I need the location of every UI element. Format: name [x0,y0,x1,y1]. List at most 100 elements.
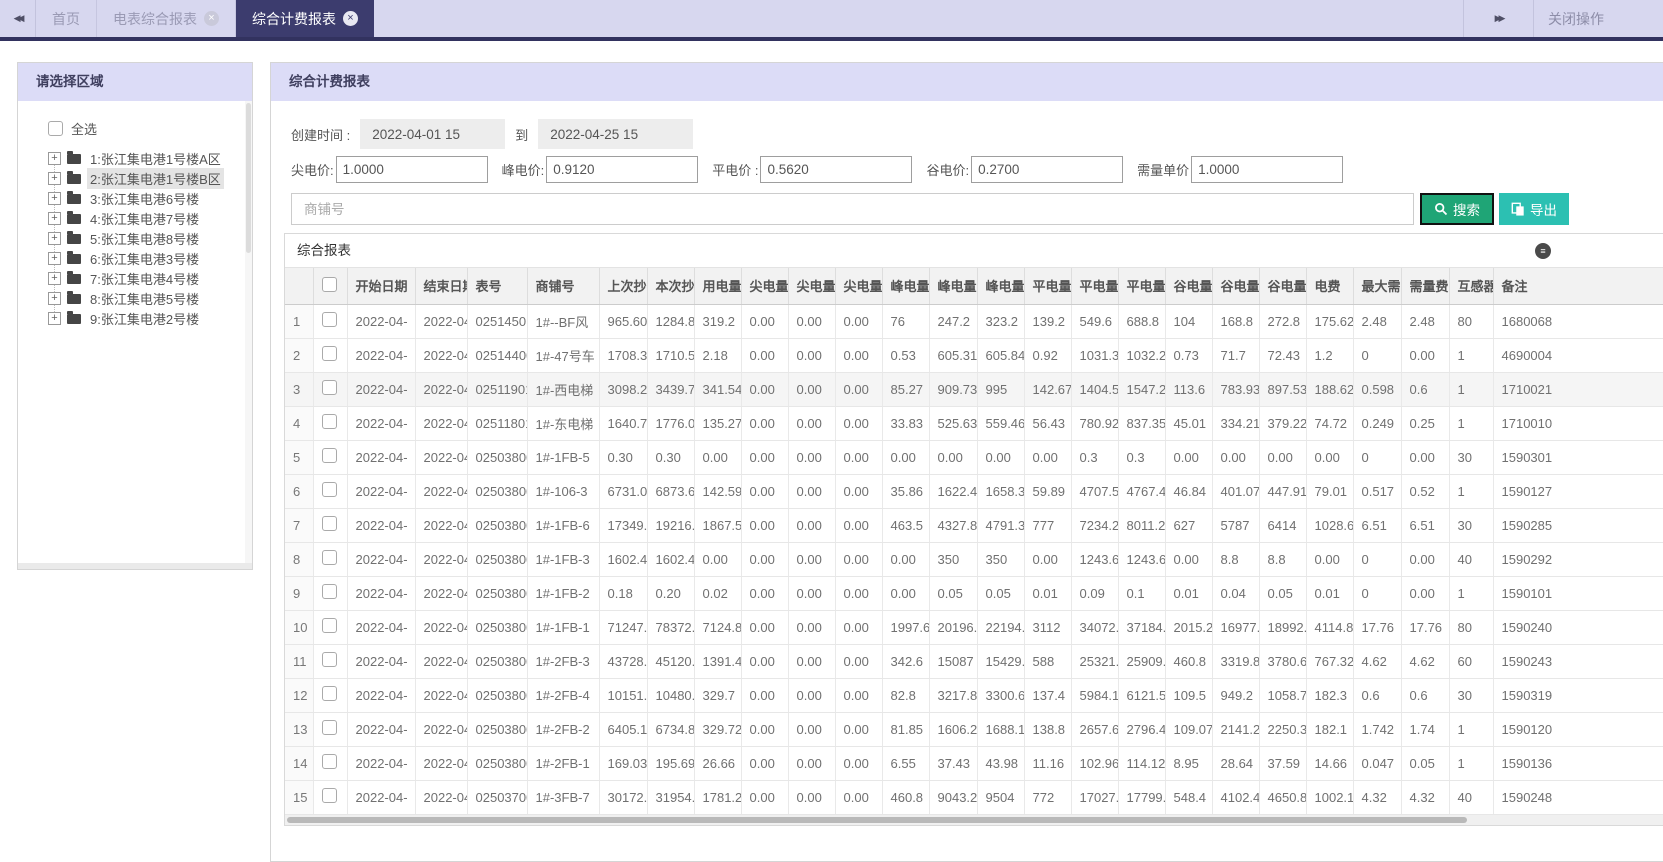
table-options-icon[interactable]: ≡ [1535,243,1551,259]
table-cell: 72.43 [1259,338,1307,373]
price-input[interactable] [760,155,913,183]
select-all-row[interactable]: 全选 [48,119,252,138]
row-checkbox[interactable] [321,380,337,395]
row-checkbox[interactable] [321,652,337,667]
row-checkbox[interactable] [321,346,337,361]
table-cell: 175.62 [1306,304,1354,339]
price-input[interactable] [546,155,699,183]
tree-item-3[interactable]: +3:张江集电港6号楼 [48,188,252,208]
table-cell: 6414 [1259,508,1307,543]
row-checkbox[interactable] [321,482,337,497]
row-checkbox[interactable] [321,550,337,565]
table-cell: 1710.5 [647,338,695,373]
table-cell: 2022-04- [347,338,416,373]
table-cell: 0.00 [788,406,836,441]
table-cell: 1688.1 [977,712,1025,747]
row-checkbox[interactable] [321,720,337,735]
tree-vertical-scrollbar[interactable] [245,101,252,563]
table-cell: 4690004 [1493,338,1663,373]
table-horizontal-scrollbar[interactable] [285,814,1663,825]
table-cell: 0.00 [788,746,836,781]
export-button[interactable]: 导出 [1499,193,1569,225]
date-from-input[interactable] [360,119,506,149]
tab-close-icon[interactable]: × [343,11,358,26]
row-select-cell [313,780,348,815]
select-all-label: 全选 [71,122,98,137]
tree-expand-icon[interactable]: + [48,231,61,245]
table-cell: 2022-04- [415,406,468,441]
tree-expand-icon[interactable]: + [48,291,61,305]
table-cell: 0.00 [835,780,883,815]
tab-bar: ◀◀ 首页 电表综合报表 × 综合计费报表 × ▶▶ 关闭操作 [0,0,1663,41]
tree-expand-icon[interactable]: + [48,271,61,285]
row-checkbox[interactable] [321,686,337,701]
tree-item-6[interactable]: +6:张江集电港3号楼 [48,248,252,268]
shop-number-input[interactable] [291,193,1414,225]
table-cell: 8.95 [1165,746,1213,781]
table-cell: 46.84 [1165,474,1213,509]
table-cell: 0.00 [835,508,883,543]
table-cell: 272.8 [1259,304,1307,339]
table-row: 112022-04-2022-04-025038001#-2FB-343728.… [285,644,1663,679]
close-operations-menu[interactable]: 关闭操作 [1533,0,1663,37]
row-checkbox[interactable] [321,788,337,803]
report-panel: 综合计费报表 创建时间 : 到 尖电价: 峰电价: 平电价 : 谷电价: 需量单价 搜索 [270,62,1663,862]
table-cell: 0.00 [788,474,836,509]
table-cell: 1590101 [1493,576,1663,611]
tree-item-1[interactable]: +1:张江集电港1号楼A区 [48,148,252,168]
table-cell: 0 [1353,576,1402,611]
table-cell: 104 [1165,304,1213,339]
table-cell: 2022-04- [347,474,416,509]
tree-expand-icon[interactable]: + [48,171,61,185]
row-checkbox[interactable] [321,414,337,429]
row-number-cell: 10 [285,610,314,645]
tree-item-7[interactable]: +7:张江集电港4号楼 [48,268,252,288]
tree-horizontal-scrollbar[interactable] [18,563,252,569]
table-cell: 1606.2 [929,712,978,747]
tree-item-9[interactable]: +9:张江集电港2号楼 [48,308,252,328]
tree-item-8[interactable]: +8:张江集电港5号楼 [48,288,252,308]
column-header: 平电量 [1024,268,1072,305]
tab-close-icon[interactable]: × [204,11,219,26]
row-number-cell: 2 [285,338,314,373]
date-to-input[interactable] [538,119,694,149]
tree-item-5[interactable]: +5:张江集电港8号楼 [48,228,252,248]
table-cell: 1590248 [1493,780,1663,815]
row-checkbox[interactable] [321,618,337,633]
table-cell: 4650.8 [1259,780,1307,815]
search-button[interactable]: 搜索 [1420,193,1494,225]
table-cell: 1590136 [1493,746,1663,781]
row-checkbox[interactable] [321,584,337,599]
price-input[interactable] [1191,155,1344,183]
row-checkbox[interactable] [321,516,337,531]
tree-expand-icon[interactable]: + [48,311,61,325]
tabs-scroll-left-icon[interactable]: ◀◀ [0,0,36,37]
tab-1[interactable]: 首页 [36,0,97,37]
tab-3[interactable]: 综合计费报表 × [236,0,374,37]
row-checkbox[interactable] [321,754,337,769]
price-input[interactable] [971,155,1124,183]
tree-expand-icon[interactable]: + [48,251,61,265]
row-checkbox[interactable] [321,312,337,327]
table-cell: 767.32 [1306,644,1354,679]
table-cell: 102.96 [1071,746,1119,781]
tree-item-2[interactable]: +2:张江集电港1号楼B区 [48,167,252,189]
tabs-scroll-right-icon[interactable]: ▶▶ [1463,0,1533,37]
column-header: 谷电量 [1165,268,1213,305]
header-checkbox[interactable] [321,276,337,292]
row-checkbox[interactable] [321,448,337,463]
table-cell: 3217.8 [929,678,978,713]
tree-expand-icon[interactable]: + [48,211,61,225]
price-field-4: 谷电价: [926,155,1124,183]
select-all-checkbox[interactable] [48,121,63,136]
table-cell: 2.48 [1353,304,1402,339]
price-input[interactable] [335,155,488,183]
tree-expand-icon[interactable]: + [48,151,61,165]
tree-item-4[interactable]: +4:张江集电港7号楼 [48,208,252,228]
table-cell: 0.00 [835,372,883,407]
tree-expand-icon[interactable]: + [48,191,61,205]
table-cell: 0.00 [741,610,789,645]
table-cell: 0.04 [1212,576,1260,611]
tab-2[interactable]: 电表综合报表 × [97,0,236,37]
table-cell: 2022-04- [415,304,468,339]
